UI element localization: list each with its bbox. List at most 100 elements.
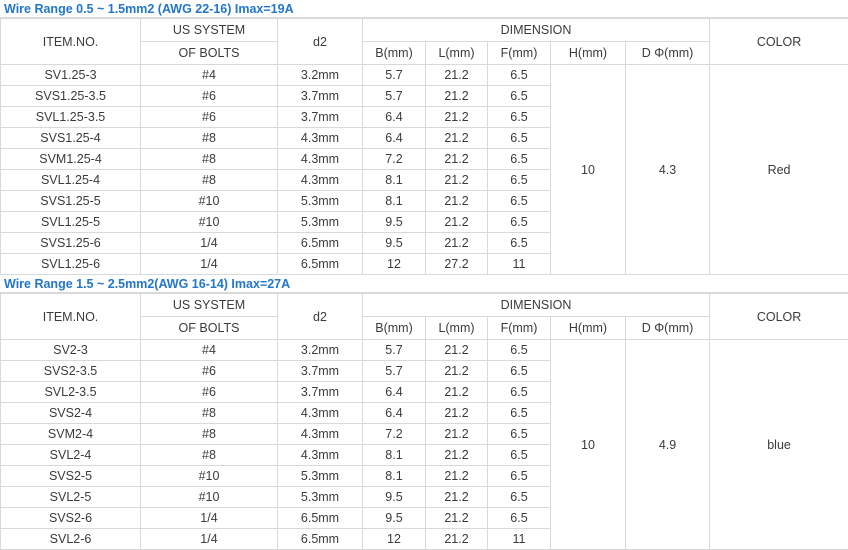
table-row: SV1.25-3 #4 3.2mm 5.7 21.2 6.5 10 4.3 Re… (1, 65, 848, 86)
cell-bolts: #10 (141, 466, 278, 487)
header-item-no: ITEM.NO. (1, 19, 141, 65)
cell-f: 6.5 (488, 149, 551, 170)
cell-b: 7.2 (363, 149, 426, 170)
cell-l: 27.2 (426, 254, 488, 275)
cell-item-no: SVL1.25-6 (1, 254, 141, 275)
cell-item-no: SVL2-3.5 (1, 382, 141, 403)
cell-d2: 3.2mm (278, 340, 363, 361)
cell-b: 7.2 (363, 424, 426, 445)
cell-item-no: SVL1.25-3.5 (1, 107, 141, 128)
header-d2: d2 (278, 294, 363, 340)
cell-bolts: #6 (141, 361, 278, 382)
header-d2: d2 (278, 19, 363, 65)
cell-b: 12 (363, 254, 426, 275)
cell-f: 11 (488, 254, 551, 275)
cell-d2: 4.3mm (278, 445, 363, 466)
cell-h-merged: 10 (551, 340, 626, 550)
cell-item-no: SVL1.25-5 (1, 212, 141, 233)
cell-bolts: 1/4 (141, 529, 278, 550)
cell-f: 11 (488, 529, 551, 550)
cell-item-no: SVM1.25-4 (1, 149, 141, 170)
header-dimension-group: DIMENSION (363, 19, 710, 42)
header-bolts-line2: OF BOLTS (141, 42, 278, 65)
cell-d2: 3.2mm (278, 65, 363, 86)
cell-b: 8.1 (363, 191, 426, 212)
cell-b: 9.5 (363, 233, 426, 254)
cell-bolts: #10 (141, 487, 278, 508)
cell-l: 21.2 (426, 65, 488, 86)
cell-l: 21.2 (426, 361, 488, 382)
cell-item-no: SVL1.25-4 (1, 170, 141, 191)
header-b: B(mm) (363, 317, 426, 340)
cell-l: 21.2 (426, 382, 488, 403)
cell-l: 21.2 (426, 191, 488, 212)
cell-l: 21.2 (426, 107, 488, 128)
header-b: B(mm) (363, 42, 426, 65)
cell-b: 6.4 (363, 382, 426, 403)
cell-item-no: SVL2-4 (1, 445, 141, 466)
cell-f: 6.5 (488, 403, 551, 424)
cell-d2: 5.3mm (278, 466, 363, 487)
cell-item-no: SVS2-6 (1, 508, 141, 529)
cell-color-merged: Red (710, 65, 848, 275)
cell-d2: 3.7mm (278, 382, 363, 403)
cell-bolts: #8 (141, 403, 278, 424)
cell-item-no: SVL2-5 (1, 487, 141, 508)
wire-range-title-1: Wire Range 0.5 ~ 1.5mm2 (AWG 22-16) Imax… (0, 0, 848, 18)
header-item-no: ITEM.NO. (1, 294, 141, 340)
cell-f: 6.5 (488, 424, 551, 445)
cell-l: 21.2 (426, 508, 488, 529)
header-color: COLOR (710, 294, 848, 340)
cell-bolts: #4 (141, 65, 278, 86)
cell-b: 6.4 (363, 107, 426, 128)
cell-b: 12 (363, 529, 426, 550)
header-l: L(mm) (426, 42, 488, 65)
cell-item-no: SV2-3 (1, 340, 141, 361)
cell-f: 6.5 (488, 361, 551, 382)
cell-item-no: SVS2-4 (1, 403, 141, 424)
cell-l: 21.2 (426, 128, 488, 149)
cell-b: 6.4 (363, 403, 426, 424)
cell-bolts: 1/4 (141, 254, 278, 275)
header-f: F(mm) (488, 42, 551, 65)
cell-f: 6.5 (488, 86, 551, 107)
cell-b: 9.5 (363, 212, 426, 233)
cell-bolts: 1/4 (141, 233, 278, 254)
spec-sheet: Wire Range 0.5 ~ 1.5mm2 (AWG 22-16) Imax… (0, 0, 848, 550)
cell-l: 21.2 (426, 212, 488, 233)
cell-d-phi-merged: 4.3 (626, 65, 710, 275)
cell-d2: 3.7mm (278, 86, 363, 107)
header-color: COLOR (710, 19, 848, 65)
cell-d2: 4.3mm (278, 149, 363, 170)
cell-bolts: #4 (141, 340, 278, 361)
cell-item-no: SVL2-6 (1, 529, 141, 550)
cell-bolts: #8 (141, 170, 278, 191)
cell-f: 6.5 (488, 487, 551, 508)
cell-l: 21.2 (426, 487, 488, 508)
cell-item-no: SVS1.25-6 (1, 233, 141, 254)
cell-f: 6.5 (488, 107, 551, 128)
cell-d2: 5.3mm (278, 212, 363, 233)
cell-d2: 4.3mm (278, 128, 363, 149)
table-header-2: ITEM.NO. US SYSTEM d2 DIMENSION COLOR OF… (1, 294, 848, 340)
cell-f: 6.5 (488, 65, 551, 86)
header-dimension-group: DIMENSION (363, 294, 710, 317)
cell-d2: 5.3mm (278, 191, 363, 212)
cell-item-no: SVS1.25-5 (1, 191, 141, 212)
cell-l: 21.2 (426, 424, 488, 445)
cell-item-no: SVS2-5 (1, 466, 141, 487)
cell-b: 5.7 (363, 65, 426, 86)
cell-f: 6.5 (488, 170, 551, 191)
cell-l: 21.2 (426, 149, 488, 170)
cell-b: 9.5 (363, 487, 426, 508)
cell-f: 6.5 (488, 233, 551, 254)
cell-bolts: #8 (141, 128, 278, 149)
cell-l: 21.2 (426, 529, 488, 550)
cell-l: 21.2 (426, 86, 488, 107)
cell-b: 5.7 (363, 86, 426, 107)
cell-d2: 4.3mm (278, 403, 363, 424)
spec-table-2: ITEM.NO. US SYSTEM d2 DIMENSION COLOR OF… (0, 293, 848, 550)
cell-f: 6.5 (488, 128, 551, 149)
cell-bolts: #6 (141, 107, 278, 128)
cell-f: 6.5 (488, 382, 551, 403)
